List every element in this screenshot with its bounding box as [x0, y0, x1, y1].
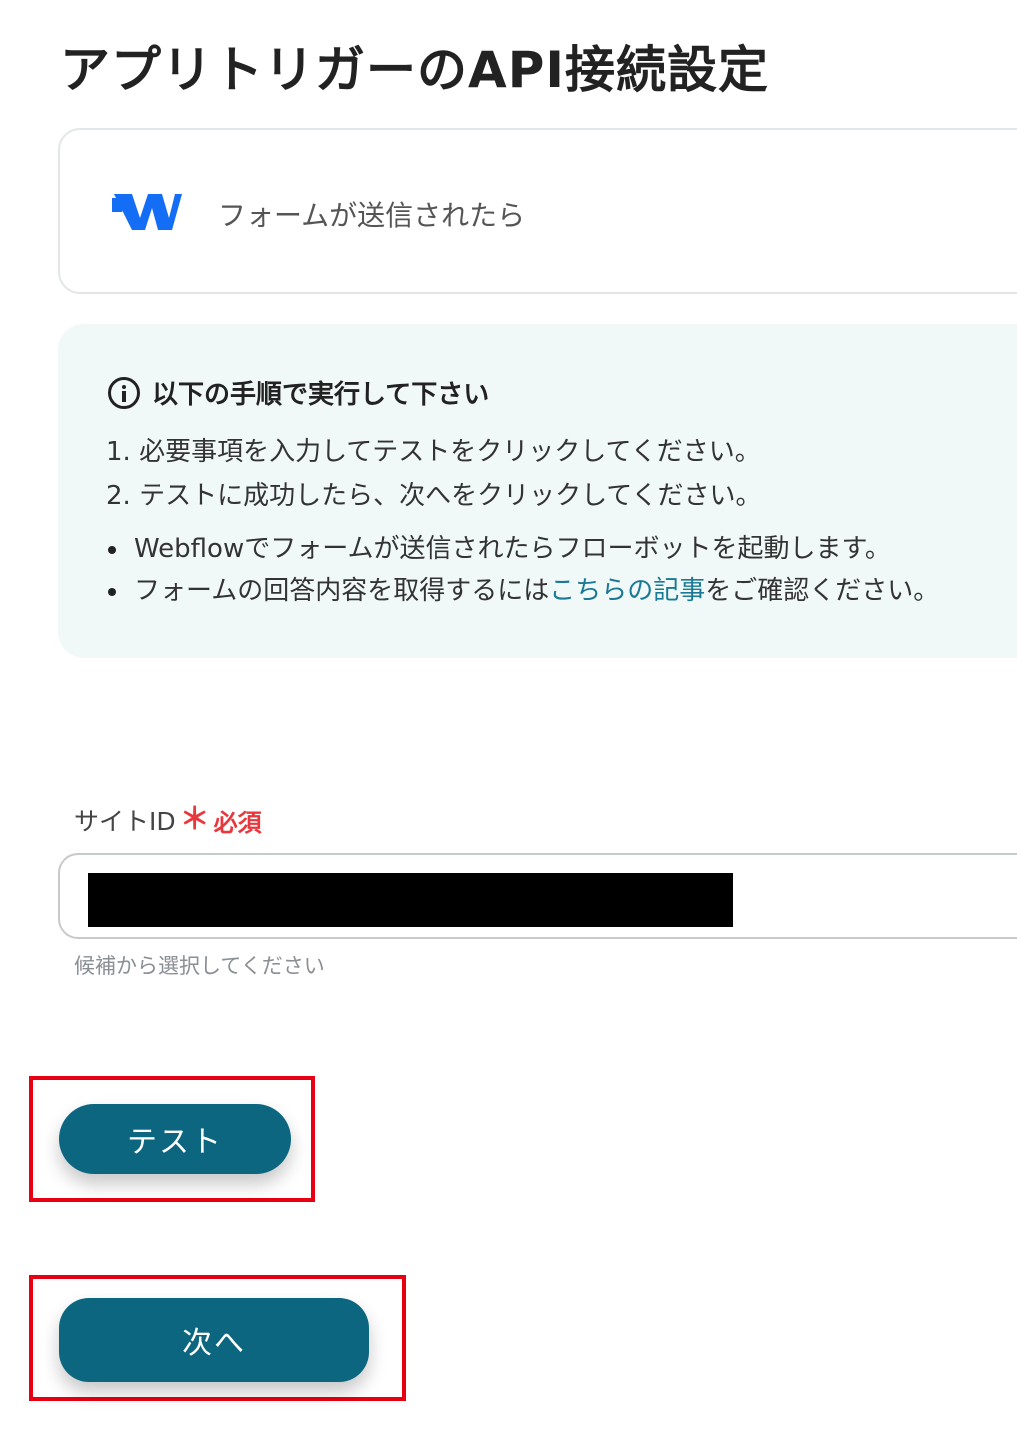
instructions-header: 以下の手順で実行して下さい	[108, 374, 489, 411]
note-text-before: フォームの回答内容を取得するには	[134, 576, 550, 606]
article-link[interactable]: こちらの記事	[549, 576, 705, 606]
instructions-title: 以下の手順で実行して下さい	[152, 380, 490, 410]
site-id-help-text: 候補から選択してください	[74, 954, 325, 978]
instruction-note: Webflowでフォームが送信されたらフローボットを起動します。	[106, 528, 939, 570]
instruction-step: 2. テストに成功したら、次へをクリックしてください。	[106, 481, 762, 511]
next-button[interactable]: 次へ	[59, 1298, 369, 1382]
instructions-box: 以下の手順で実行して下さい 1. 必要事項を入力してテストをクリックしてください…	[58, 324, 1017, 658]
instructions-steps: 1. 必要事項を入力してテストをクリックしてください。 2. テストに成功したら…	[106, 430, 762, 518]
test-button[interactable]: テスト	[59, 1104, 291, 1174]
redacted-value	[88, 873, 733, 927]
bullet-dot	[108, 546, 116, 554]
note-text-after: をご確認ください。	[705, 576, 940, 606]
webflow-logo-icon	[112, 194, 182, 230]
info-circle-icon	[108, 376, 140, 409]
trigger-card: フォームが送信されたら	[58, 128, 1017, 294]
instructions-notes: Webflowでフォームが送信されたらフローボットを起動します。 フォームの回答…	[106, 528, 939, 612]
site-id-input[interactable]	[58, 853, 1017, 939]
required-mark: ＊	[179, 802, 210, 837]
instruction-note: フォームの回答内容を取得するにはこちらの記事をご確認ください。	[106, 570, 939, 612]
note-text: Webflowでフォームが送信されたらフローボットを起動します。	[134, 534, 891, 564]
api-connection-settings-page: アプリトリガーのAPI接続設定 フォームが送信されたら 以下の手順で実行して下さ…	[0, 0, 1017, 1440]
trigger-label: フォームが送信されたら	[218, 199, 526, 232]
bullet-dot	[108, 588, 116, 596]
site-id-label: サイトID ＊ 必須	[74, 802, 262, 838]
instruction-step: 1. 必要事項を入力してテストをクリックしてください。	[106, 437, 761, 467]
site-id-label-text: サイトID	[74, 807, 176, 836]
required-text: 必須	[213, 808, 262, 837]
page-title: アプリトリガーのAPI接続設定	[60, 41, 769, 99]
